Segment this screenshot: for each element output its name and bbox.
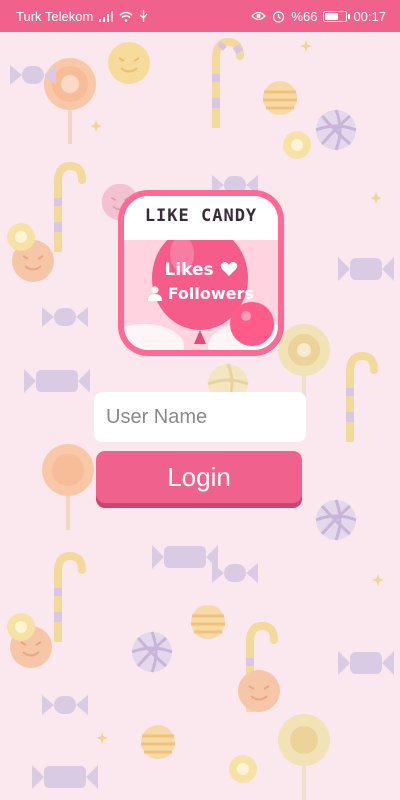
striped-candy-icon (191, 605, 225, 639)
logo-likes-line: Likes (124, 260, 278, 280)
lollipop-icon (42, 444, 94, 530)
logo-followers-text: Followers (167, 284, 254, 303)
candy-cane-icon (346, 352, 378, 442)
swirl-candy-icon (315, 499, 357, 541)
wrapped-candy-icon (338, 651, 394, 675)
flower-candy-icon (229, 755, 257, 783)
status-right: %66 00:17 (251, 9, 386, 24)
flower-candy-icon (7, 223, 35, 251)
username-input[interactable] (94, 392, 306, 442)
app-logo: LIKE CANDY Likes Followers (118, 190, 284, 356)
wrapped-candy-icon (42, 307, 88, 327)
logo-likes-text: Likes (164, 260, 214, 280)
battery-percent: %66 (291, 8, 318, 24)
user-icon (148, 286, 163, 301)
star-icon (370, 192, 382, 204)
status-bar: Turk Telekom %66 00:17 (0, 0, 400, 32)
star-icon (90, 120, 102, 132)
smiley-candy-icon (238, 670, 280, 712)
eye-icon (251, 11, 267, 21)
star-icon (300, 40, 312, 52)
striped-candy-icon (141, 725, 175, 759)
wrapped-candy-icon (32, 765, 98, 789)
status-left: Turk Telekom (16, 9, 148, 24)
wrapped-candy-icon (24, 369, 90, 393)
battery-level (325, 12, 338, 20)
star-icon (372, 574, 384, 586)
alarm-icon (272, 10, 285, 23)
striped-candy-icon (263, 81, 297, 115)
logo-title: LIKE CANDY (144, 206, 258, 226)
wrapped-candy-icon (338, 257, 394, 281)
lollipop-icon (278, 714, 330, 800)
candy-cane-icon (54, 552, 86, 642)
logo-inner: LIKE CANDY Likes Followers (124, 196, 278, 350)
flower-candy-icon (283, 131, 311, 159)
swirl-candy-icon (315, 109, 357, 151)
battery-icon (323, 10, 351, 22)
smiley-candy-icon (108, 42, 150, 84)
usb-icon (139, 10, 148, 22)
wifi-icon (119, 11, 133, 22)
carrier-name: Turk Telekom (16, 8, 94, 24)
wrapped-candy-icon (42, 695, 88, 715)
candy-cane-icon (212, 38, 244, 128)
wrapped-candy-icon (212, 563, 258, 583)
flower-candy-icon (7, 613, 35, 641)
signal-icon (99, 10, 114, 22)
heart-icon (220, 262, 237, 276)
login-button[interactable]: Login (96, 451, 302, 503)
star-icon (96, 732, 108, 744)
wrapped-candy-icon (10, 65, 56, 85)
logo-followers-line: Followers (124, 284, 278, 303)
clock-time: 00:17 (353, 8, 386, 24)
swirl-candy-icon (131, 631, 173, 673)
